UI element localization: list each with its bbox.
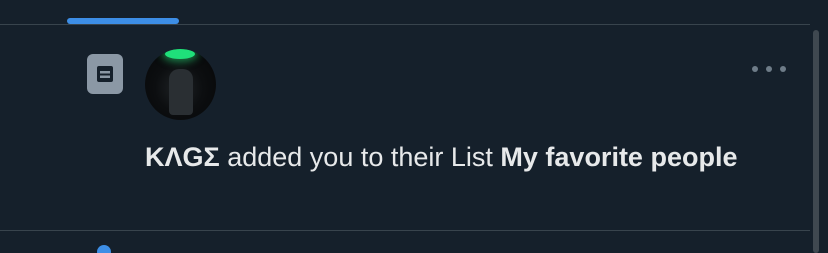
list-name-link[interactable]: My favorite people (500, 142, 737, 172)
avatar-glow (165, 49, 195, 59)
list-icon (87, 54, 123, 94)
user-name-link[interactable]: ΚΛGΣ (145, 142, 220, 172)
notification-item[interactable]: ΚΛGΣ added you to their List My favorite… (0, 0, 810, 230)
avatar-figure (169, 69, 193, 115)
action-text: added you to their List (219, 142, 501, 172)
more-dot (766, 66, 772, 72)
notification-message: ΚΛGΣ added you to their List My favorite… (145, 139, 745, 175)
more-dot (752, 66, 758, 72)
scrollbar[interactable] (813, 30, 819, 253)
avatar[interactable] (145, 49, 216, 120)
notifications-view: ΚΛGΣ added you to their List My favorite… (0, 0, 828, 253)
next-item-dot-icon (97, 245, 111, 253)
bottom-divider (0, 230, 810, 231)
more-dot (780, 66, 786, 72)
more-horizontal-icon[interactable] (752, 64, 786, 74)
